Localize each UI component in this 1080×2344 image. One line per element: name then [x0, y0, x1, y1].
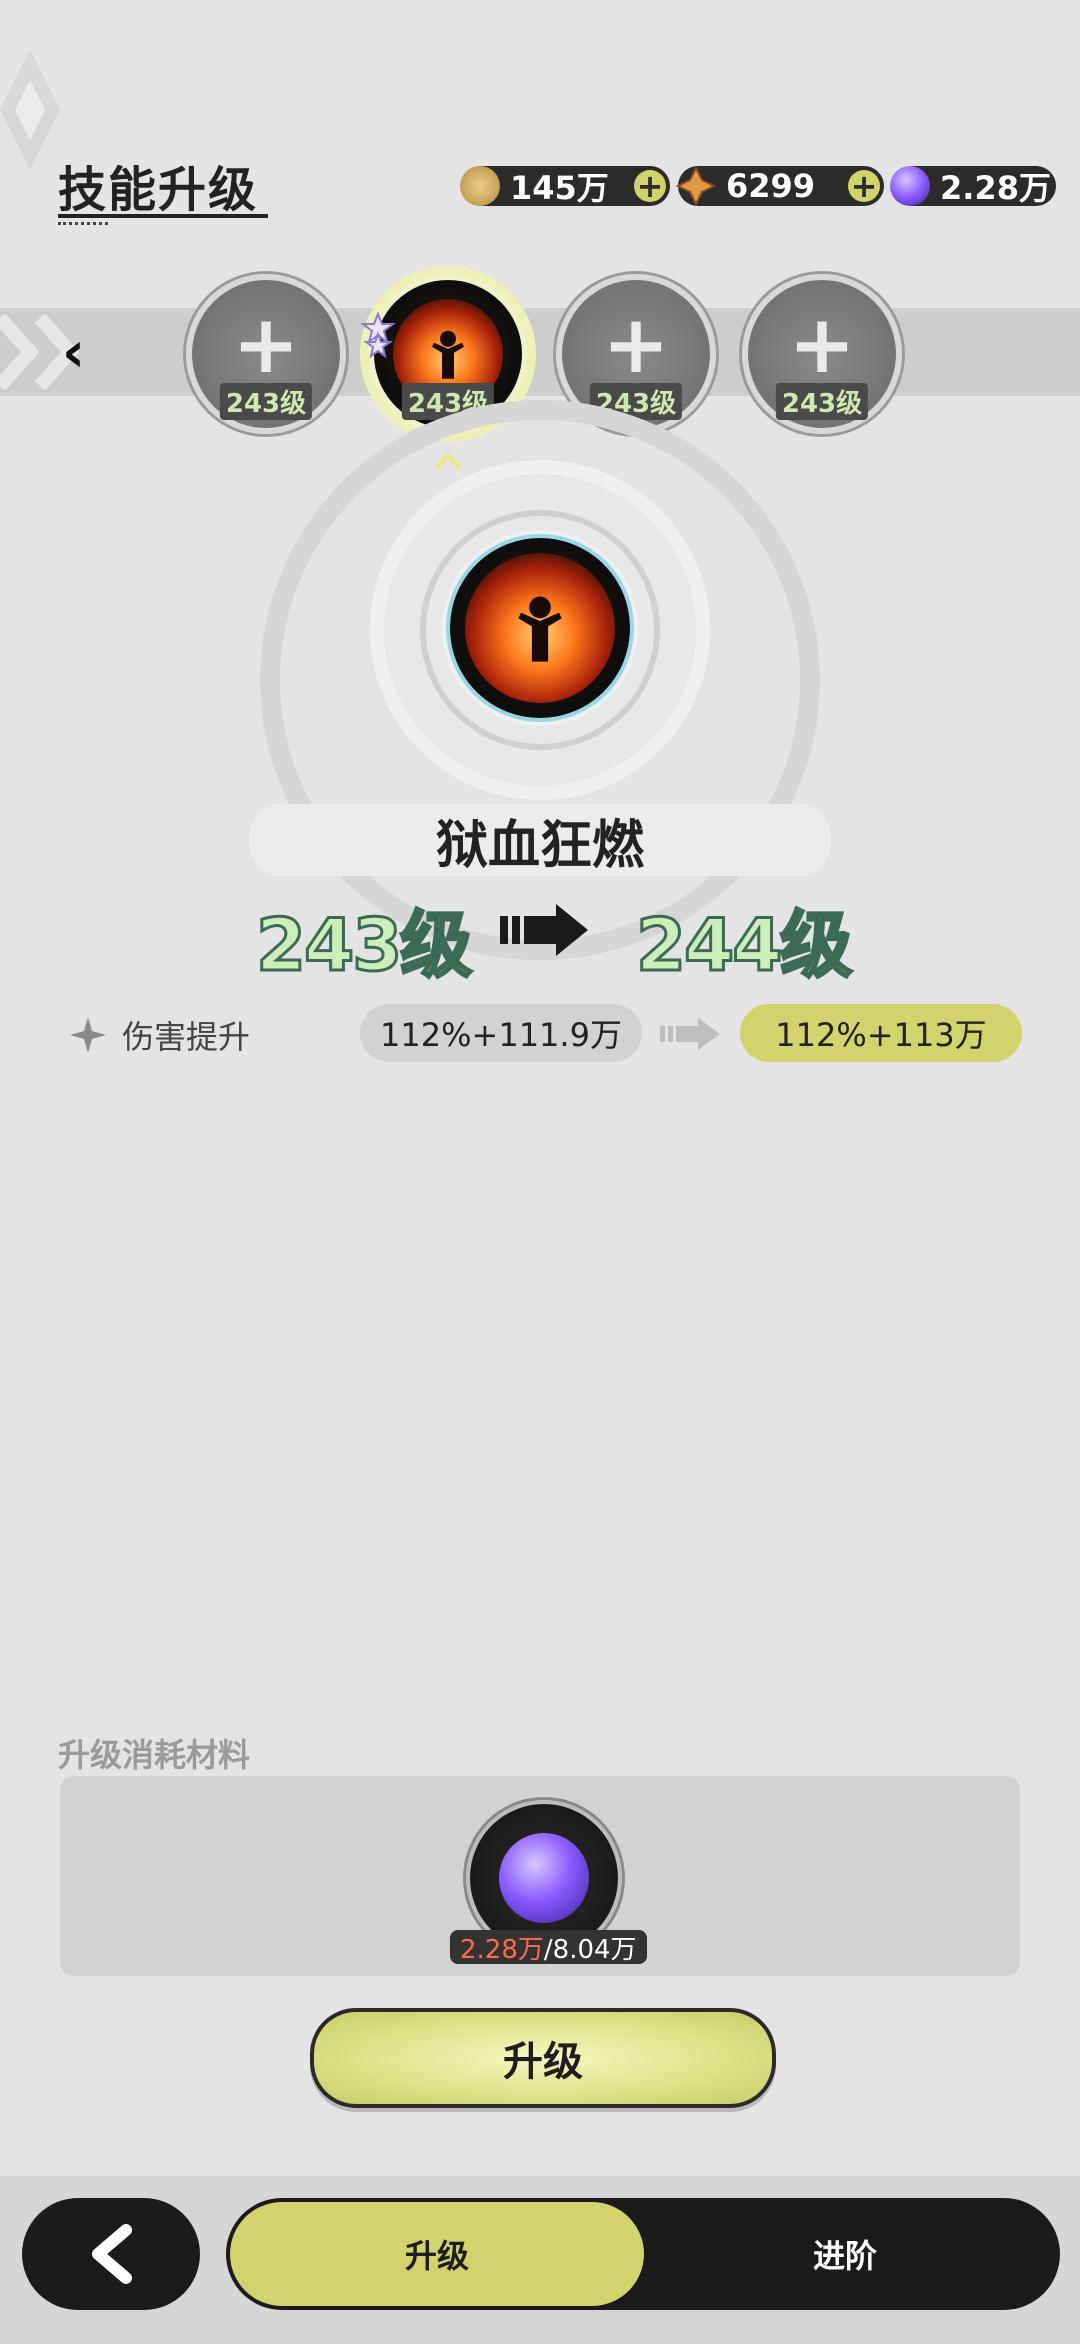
skill-orb-icon	[499, 1833, 589, 1923]
crystal-icon	[676, 166, 716, 206]
back-arrow-icon	[92, 2224, 132, 2284]
stat-label: 伤害提升	[122, 1018, 251, 1056]
stat-next-value: 112%+113万	[740, 1004, 1022, 1062]
coin-resource: 145万 +	[460, 166, 670, 207]
next-level: 244级	[634, 902, 853, 989]
skill-orb-icon	[890, 166, 930, 206]
stat-row-label: 伤害提升	[68, 1012, 250, 1058]
coin-add-button[interactable]: +	[634, 167, 666, 205]
skill-orb-resource: 2.28万	[890, 166, 1056, 207]
material-have: 2.28万	[460, 1934, 544, 1965]
star-badge-icon	[360, 312, 396, 359]
level-arrow-icon	[500, 904, 588, 956]
skill-orb-value: 2.28万	[940, 169, 1051, 207]
tab-upgrade[interactable]: 升级	[230, 2202, 644, 2306]
page-title: 技能升级	[58, 162, 259, 218]
coin-icon	[460, 166, 500, 206]
current-level: 243级	[254, 902, 473, 989]
materials-label: 升级消耗材料	[58, 1736, 251, 1774]
stat-arrow-icon	[660, 1018, 720, 1050]
coin-value: 145万	[510, 169, 609, 207]
crystal-value: 6299	[726, 167, 816, 205]
sparkle-icon	[70, 1017, 106, 1053]
stat-current-value: 112%+111.9万	[360, 1004, 642, 1062]
title-underline	[58, 214, 268, 218]
selected-skill-icon	[450, 538, 630, 718]
add-skill-icon: +	[602, 298, 670, 391]
back-chevron-icon[interactable]: ‹	[62, 320, 85, 385]
material-count: 2.28万 /8.04万	[450, 1930, 647, 1965]
strip-chevrons-decoration	[0, 313, 80, 391]
material-need: /8.04万	[543, 1934, 637, 1965]
add-skill-icon: +	[232, 298, 300, 391]
title-dots	[58, 222, 108, 228]
upgrade-button[interactable]: 升级	[310, 2008, 776, 2108]
skill-name: 狱血狂燃	[250, 804, 830, 876]
skill-slot-4[interactable]: + 243级	[742, 274, 902, 434]
crystal-add-button[interactable]: +	[848, 167, 880, 205]
tab-advance[interactable]: 进阶	[700, 2198, 990, 2310]
skill-slot-1[interactable]: + 243级	[186, 274, 346, 434]
crystal-resource: 6299 +	[676, 166, 884, 206]
skill-slot-level: 243级	[775, 383, 869, 420]
add-skill-icon: +	[788, 298, 856, 391]
skill-slot-level: 243级	[219, 383, 313, 420]
nav-back-button[interactable]	[22, 2198, 200, 2310]
fire-skill-icon	[465, 553, 615, 703]
